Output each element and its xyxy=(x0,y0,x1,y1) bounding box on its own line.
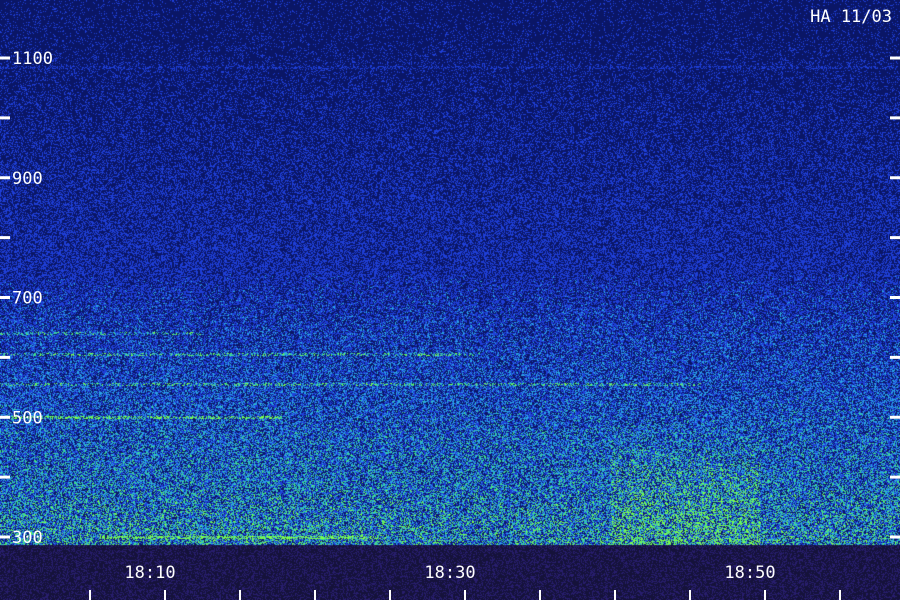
y-tick-left-1000 xyxy=(0,116,10,120)
y-tick-left-300 xyxy=(0,535,10,539)
y-tick-left-500 xyxy=(0,415,10,419)
spectrogram: 300 500 700 900 1100 18:10 18:30 18:50 HA 11/0… xyxy=(0,0,900,600)
y-tick-label-900: 900 xyxy=(12,169,43,189)
x-tick-16 xyxy=(239,590,241,600)
x-tick-label-18:30: 18:30 xyxy=(424,563,475,583)
x-tick-label-18:50: 18:50 xyxy=(724,563,775,583)
x-tick-21 xyxy=(314,590,316,600)
x-tick-11 xyxy=(164,590,166,600)
axes-overlay: 300 500 700 900 1100 18:10 18:30 18:50 HA 11/0… xyxy=(0,7,900,600)
y-tick-left-900 xyxy=(0,176,10,180)
y-tick-right-1100 xyxy=(890,56,900,60)
y-tick-right-900 xyxy=(890,176,900,180)
station-date-label: HA 11/03 xyxy=(810,7,892,27)
x-tick-6 xyxy=(89,590,91,600)
y-tick-label-300: 300 xyxy=(12,528,43,548)
y-tick-left-800 xyxy=(0,236,10,240)
x-tick-36 xyxy=(539,590,541,600)
x-tick-56 xyxy=(839,590,841,600)
x-tick-46 xyxy=(689,590,691,600)
y-tick-right-400 xyxy=(890,475,900,479)
y-tick-right-300 xyxy=(890,535,900,539)
y-tick-label-500: 500 xyxy=(12,408,43,428)
y-tick-left-700 xyxy=(0,296,10,299)
x-tick-41 xyxy=(614,590,616,600)
y-tick-right-500 xyxy=(890,415,900,419)
y-tick-left-1100 xyxy=(0,56,10,60)
y-tick-left-400 xyxy=(0,475,10,479)
y-tick-label-700: 700 xyxy=(12,289,43,309)
x-tick-26 xyxy=(389,590,391,600)
x-tick-51 xyxy=(764,590,766,600)
x-axis: 18:10 18:30 18:50 xyxy=(89,563,841,600)
y-tick-right-700 xyxy=(890,296,900,299)
y-axis: 300 500 700 900 1100 xyxy=(0,49,900,548)
x-tick-31 xyxy=(464,590,466,600)
y-tick-right-1000 xyxy=(890,116,900,120)
x-tick-label-18:10: 18:10 xyxy=(124,563,175,583)
y-tick-left-600 xyxy=(0,355,10,359)
y-tick-label-1100: 1100 xyxy=(12,49,53,69)
y-tick-right-800 xyxy=(890,236,900,240)
y-tick-right-600 xyxy=(890,355,900,359)
